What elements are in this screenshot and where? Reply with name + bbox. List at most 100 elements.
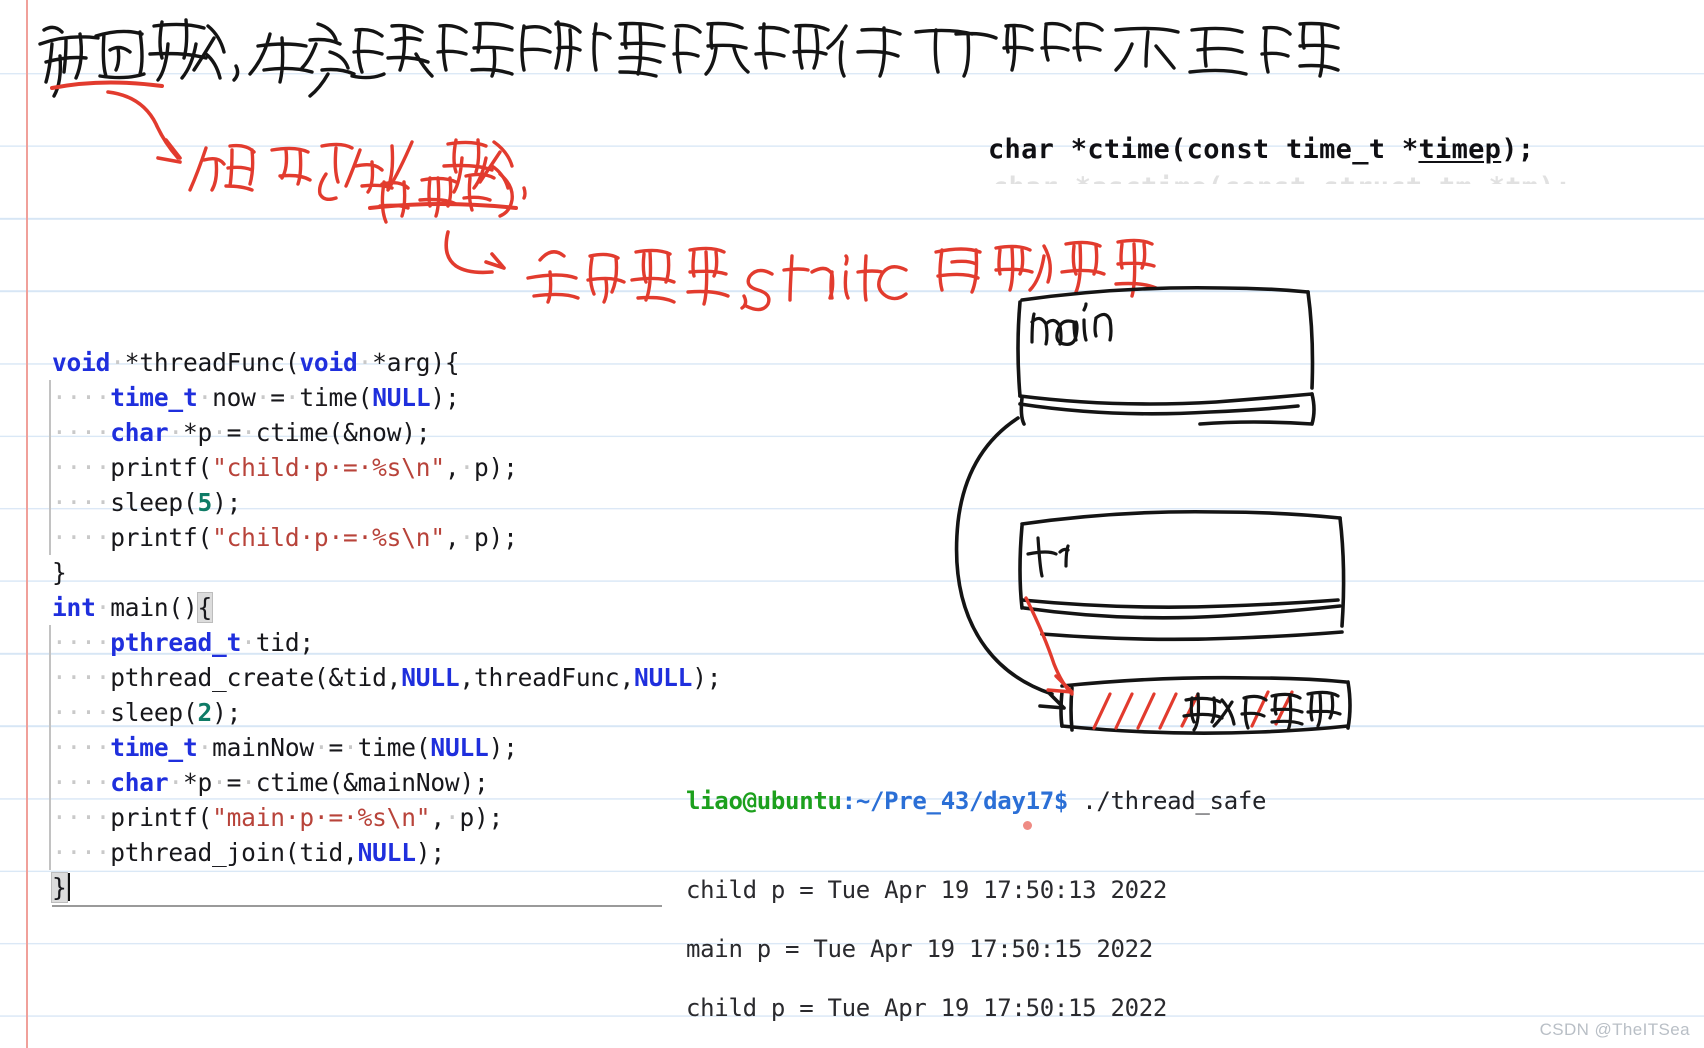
code-token-ws: ···· — [52, 418, 111, 447]
indent-guide — [49, 380, 51, 415]
code-token-kw: NULL — [372, 383, 431, 412]
code-token-plain: ); — [212, 698, 242, 727]
code-token-ws: ···· — [52, 838, 111, 867]
code-token-plain: main() — [110, 593, 198, 622]
code-token-plain: time( — [357, 733, 431, 762]
code-token-ws: ···· — [52, 383, 111, 412]
terminal-sep: : — [841, 787, 856, 815]
terminal-line: child p = Tue Apr 19 17:50:13 2022 — [686, 875, 1168, 904]
code-line[interactable]: } — [51, 870, 692, 905]
code-token-plain: printf( — [110, 803, 213, 832]
indent-guide — [49, 625, 51, 660]
code-token-ws: · — [255, 383, 271, 412]
code-token-num: 5 — [197, 488, 213, 517]
code-token-plain: *p — [182, 418, 213, 447]
code-token-num: 2 — [197, 698, 213, 727]
code-token-plain: time( — [299, 383, 373, 412]
terminal-line: child p = Tue Apr 19 17:50:15 2022 — [686, 993, 1168, 1022]
code-token-ws: · — [168, 418, 183, 447]
code-token-ws: · — [459, 523, 474, 552]
terminal-dollar: $ — [1053, 787, 1069, 815]
paper-margin-line — [26, 0, 28, 1048]
code-token-plain: ,threadFunc, — [459, 663, 635, 692]
code-line[interactable]: ····sleep(2); — [49, 695, 692, 730]
code-line[interactable]: ····time_t·mainNow·=·time(NULL); — [49, 730, 692, 765]
code-token-ws: ···· — [52, 628, 111, 657]
code-token-plain: p); — [459, 803, 504, 832]
code-line[interactable]: void·*threadFunc(void·*arg){ — [52, 345, 692, 380]
notebook-page: char *ctime(const time_t *timep); char *… — [0, 0, 1704, 1048]
code-line[interactable]: ····char·*p·=·ctime(&now); — [49, 415, 692, 450]
code-line[interactable]: ····sleep(5); — [49, 485, 692, 520]
indent-guide — [49, 765, 51, 800]
code-token-ws: · — [212, 768, 227, 797]
code-token-ws: · — [212, 418, 227, 447]
terminal-command: ./thread_safe — [1068, 787, 1267, 815]
code-line[interactable]: ····char·*p·=·ctime(&mainNow); — [49, 765, 692, 800]
ctime-sig-head: char *ctime(const time_t * — [988, 134, 1419, 165]
code-token-ws: ···· — [52, 523, 111, 552]
code-line[interactable]: ····pthread_join(tid,NULL); — [49, 835, 692, 870]
code-token-ws: ···· — [52, 768, 111, 797]
indent-guide — [49, 415, 51, 450]
code-token-typ: pthread_t — [110, 628, 242, 657]
code-token-str: "main·p·=·%s\n" — [212, 803, 431, 832]
code-token-plain: *threadFunc( — [124, 348, 300, 377]
code-token-ws: · — [110, 348, 125, 377]
code-token-ws: ···· — [52, 733, 111, 762]
code-token-ws: ···· — [52, 453, 111, 482]
code-line[interactable]: } — [52, 555, 692, 590]
code-line[interactable]: ····printf("child·p·=·%s\n",·p); — [49, 450, 692, 485]
code-token-ws: · — [241, 768, 256, 797]
ctime-signature: char *ctime(const time_t *timep); — [988, 134, 1534, 165]
code-token-plain: p); — [474, 453, 518, 482]
code-token-ws: · — [459, 453, 474, 482]
code-line[interactable]: ····pthread_create(&tid,NULL,threadFunc,… — [49, 660, 722, 695]
code-token-plain: printf( — [110, 523, 213, 552]
code-token-ws: · — [444, 803, 460, 832]
code-token-kw: char — [110, 768, 169, 797]
indent-guide — [49, 485, 51, 520]
code-block-underline — [52, 905, 662, 907]
indent-guide — [49, 450, 51, 485]
code-token-ws: ···· — [52, 663, 111, 692]
text-caret — [67, 873, 70, 901]
code-token-plain: ); — [430, 383, 460, 412]
ctime-sig-param: timep — [1418, 134, 1502, 165]
ctime-sig-tail: ); — [1501, 134, 1535, 165]
code-editor[interactable]: void·*threadFunc(void·*arg){····time_t·n… — [49, 345, 722, 905]
code-token-kw: void — [299, 348, 358, 377]
code-line[interactable]: ····printf("main·p·=·%s\n",·p); — [49, 800, 692, 835]
code-line[interactable]: ····time_t·now·=·time(NULL); — [49, 380, 692, 415]
indent-guide — [49, 520, 51, 555]
code-token-kw: NULL — [357, 838, 416, 867]
indent-guide — [49, 730, 51, 765]
code-line[interactable]: ····printf("child·p·=·%s\n",·p); — [49, 520, 692, 555]
code-line[interactable]: int·main(){ — [52, 590, 692, 625]
code-token-plain: = — [270, 383, 285, 412]
terminal-line: main p = Tue Apr 19 17:50:15 2022 — [686, 934, 1153, 963]
terminal-path: ~/Pre_43/day17 — [855, 787, 1054, 815]
code-token-plain: *p — [182, 768, 213, 797]
code-token-ws: · — [357, 348, 373, 377]
code-token-kw: char — [110, 418, 169, 447]
code-token-plain: tid; — [255, 628, 314, 657]
code-line[interactable]: ····pthread_t·tid; — [49, 625, 692, 660]
code-token-plain: mainNow — [212, 733, 314, 762]
code-token-plain: printf( — [110, 453, 213, 482]
code-token-plain: sleep( — [110, 488, 198, 517]
code-token-ws: ···· — [52, 698, 111, 727]
code-token-plain: sleep( — [110, 698, 198, 727]
code-token-ws: · — [284, 383, 300, 412]
code-token-plain: ); — [488, 733, 518, 762]
terminal-output[interactable]: liao@ubuntu:~/Pre_43/day17$ ./thread_saf… — [686, 728, 1266, 1048]
code-token-typ: time_t — [110, 733, 198, 762]
watermark: CSDN @TheITSea — [1539, 1020, 1690, 1039]
indent-guide — [49, 660, 51, 695]
code-token-ws: · — [197, 383, 213, 412]
code-token-ws: · — [241, 628, 256, 657]
indent-guide — [49, 835, 51, 870]
code-token-plain: ); — [692, 663, 722, 692]
